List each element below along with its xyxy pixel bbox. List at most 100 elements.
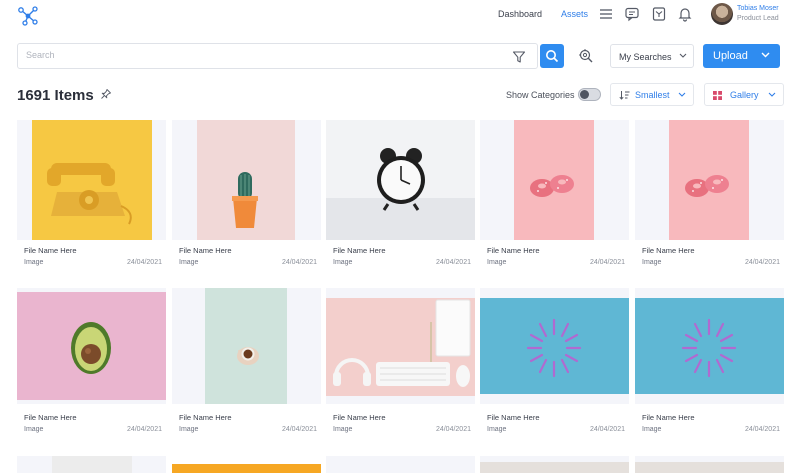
donuts-image: [669, 120, 749, 240]
asset-card-partial[interactable]: [17, 456, 166, 473]
asset-file-name[interactable]: File Name Here: [24, 413, 77, 422]
asset-thumbnail[interactable]: [17, 288, 166, 404]
donuts-image: [514, 120, 594, 240]
top-navbar: Dashboard Assets Tobias Moser Product Le…: [0, 0, 800, 34]
asset-date: 24/04/2021: [744, 259, 780, 266]
asset-card[interactable]: File Name Here Image 24/04/2021: [480, 288, 629, 438]
sort-dropdown[interactable]: Smallest: [610, 83, 694, 106]
asset-file-type: Image: [179, 426, 199, 433]
asset-date: 24/04/2021: [281, 426, 317, 433]
asset-card[interactable]: File Name Here Image 24/04/2021: [635, 288, 784, 438]
avocado-image: [17, 292, 166, 400]
asset-thumbnail: [635, 462, 784, 473]
sort-label: Smallest: [635, 90, 670, 100]
sort-icon: [619, 91, 630, 100]
chevron-down-icon: [768, 92, 776, 97]
desk-setup-image: [326, 298, 475, 396]
search-bar: [17, 43, 538, 69]
asset-date: 24/04/2021: [589, 259, 625, 266]
nav-assets-link[interactable]: Assets: [561, 9, 588, 19]
asset-card[interactable]: File Name Here Image 24/04/2021: [326, 288, 475, 438]
asset-file-name[interactable]: File Name Here: [179, 413, 232, 422]
asset-file-type: Image: [487, 426, 507, 433]
chevron-down-icon: [679, 53, 687, 58]
search-button[interactable]: [540, 44, 564, 68]
pin-icon[interactable]: [100, 88, 112, 100]
asset-thumbnail[interactable]: [326, 120, 475, 240]
upload-button[interactable]: Upload: [703, 44, 780, 68]
asset-file-name[interactable]: File Name Here: [642, 413, 695, 422]
asset-file-type: Image: [642, 426, 662, 433]
asset-file-name[interactable]: File Name Here: [24, 246, 77, 255]
asset-thumbnail: [52, 456, 132, 473]
user-role: Product Lead: [737, 15, 779, 22]
asset-card[interactable]: File Name Here Image 24/04/2021: [326, 120, 475, 270]
asset-card-partial[interactable]: [326, 456, 475, 473]
asset-file-type: Image: [179, 259, 199, 266]
asset-file-name[interactable]: File Name Here: [642, 246, 695, 255]
user-avatar[interactable]: [711, 3, 733, 25]
asset-file-name[interactable]: File Name Here: [333, 413, 386, 422]
asset-file-type: Image: [333, 259, 353, 266]
asset-thumbnail: [172, 464, 321, 473]
asset-thumbnail[interactable]: [172, 288, 321, 404]
asset-card-partial[interactable]: [480, 456, 629, 473]
paperclips-image: [480, 298, 629, 394]
asset-card-partial[interactable]: [635, 456, 784, 473]
cactus-image: [197, 120, 295, 240]
asset-file-name[interactable]: File Name Here: [487, 246, 540, 255]
asset-date: 24/04/2021: [126, 426, 162, 433]
hamburger-icon[interactable]: [598, 6, 614, 22]
items-count-title: 1691 Items: [17, 87, 94, 104]
chevron-down-icon: [678, 92, 686, 97]
asset-file-type: Image: [333, 426, 353, 433]
asset-card[interactable]: File Name Here Image 24/04/2021: [17, 288, 166, 438]
toggle-knob: [580, 90, 589, 99]
asset-thumbnail[interactable]: [635, 288, 784, 404]
asset-thumbnail[interactable]: [480, 120, 629, 240]
inbox-icon[interactable]: [651, 6, 667, 22]
asset-card-partial[interactable]: [172, 456, 321, 473]
asset-file-name[interactable]: File Name Here: [487, 413, 540, 422]
asset-date: 24/04/2021: [435, 259, 471, 266]
asset-thumbnail[interactable]: [326, 288, 475, 404]
asset-file-type: Image: [642, 259, 662, 266]
show-categories-toggle[interactable]: [578, 88, 601, 101]
asset-thumbnail[interactable]: [635, 120, 784, 240]
asset-file-type: Image: [487, 259, 507, 266]
asset-date: 24/04/2021: [126, 259, 162, 266]
paperclips-image: [635, 298, 784, 394]
chat-icon[interactable]: [624, 6, 640, 22]
alarm-clock-image: [326, 120, 475, 240]
asset-file-type: Image: [24, 259, 44, 266]
coffee-cup-image: [205, 288, 287, 404]
my-searches-dropdown[interactable]: My Searches: [610, 44, 694, 68]
user-name[interactable]: Tobias Moser: [737, 5, 779, 12]
asset-card[interactable]: File Name Here Image 24/04/2021: [17, 120, 166, 270]
asset-date: 24/04/2021: [589, 426, 625, 433]
asset-card[interactable]: File Name Here Image 24/04/2021: [172, 120, 321, 270]
bell-icon[interactable]: [677, 6, 693, 22]
search-input[interactable]: [26, 50, 486, 60]
asset-date: 24/04/2021: [435, 426, 471, 433]
chevron-down-icon[interactable]: [761, 52, 770, 58]
view-mode-label: Gallery: [730, 90, 759, 100]
asset-thumbnail[interactable]: [480, 288, 629, 404]
asset-file-name[interactable]: File Name Here: [333, 246, 386, 255]
asset-card[interactable]: File Name Here Image 24/04/2021: [480, 120, 629, 270]
view-mode-dropdown[interactable]: Gallery: [704, 83, 784, 106]
yellow-telephone-image: [32, 120, 152, 240]
asset-thumbnail[interactable]: [172, 120, 321, 240]
filter-icon[interactable]: [512, 50, 526, 64]
asset-date: 24/04/2021: [281, 259, 317, 266]
asset-card[interactable]: File Name Here Image 24/04/2021: [172, 288, 321, 438]
my-searches-label: My Searches: [619, 52, 672, 62]
asset-date: 24/04/2021: [744, 426, 780, 433]
asset-thumbnail[interactable]: [17, 120, 166, 240]
grid-icon: [713, 91, 722, 100]
visual-search-icon[interactable]: [578, 48, 594, 64]
app-logo-icon[interactable]: [16, 4, 40, 28]
asset-card[interactable]: File Name Here Image 24/04/2021: [635, 120, 784, 270]
nav-dashboard-link[interactable]: Dashboard: [498, 9, 542, 19]
asset-file-name[interactable]: File Name Here: [179, 246, 232, 255]
